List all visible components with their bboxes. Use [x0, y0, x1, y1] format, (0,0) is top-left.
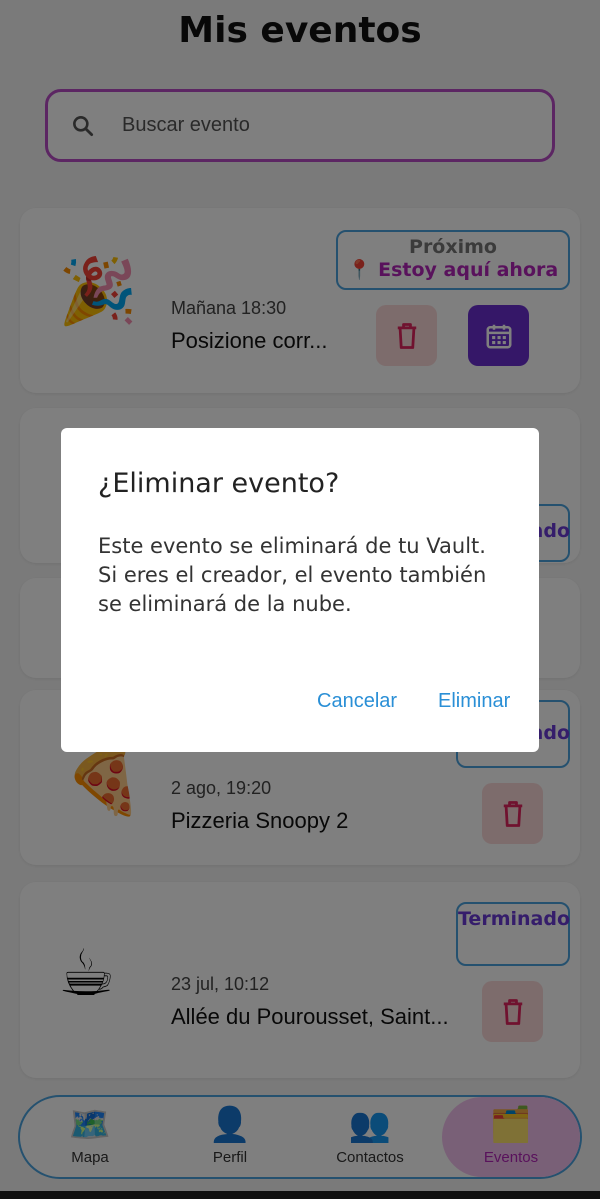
system-bottom-bar [0, 1191, 600, 1199]
delete-event-dialog: ¿Eliminar evento? Este evento se elimina… [61, 428, 539, 752]
dialog-title: ¿Eliminar evento? [98, 468, 340, 499]
dialog-message: Este evento se eliminará de tu Vault. Si… [98, 534, 487, 616]
delete-confirm-button[interactable]: Eliminar [438, 690, 510, 713]
cancel-button[interactable]: Cancelar [317, 690, 397, 713]
